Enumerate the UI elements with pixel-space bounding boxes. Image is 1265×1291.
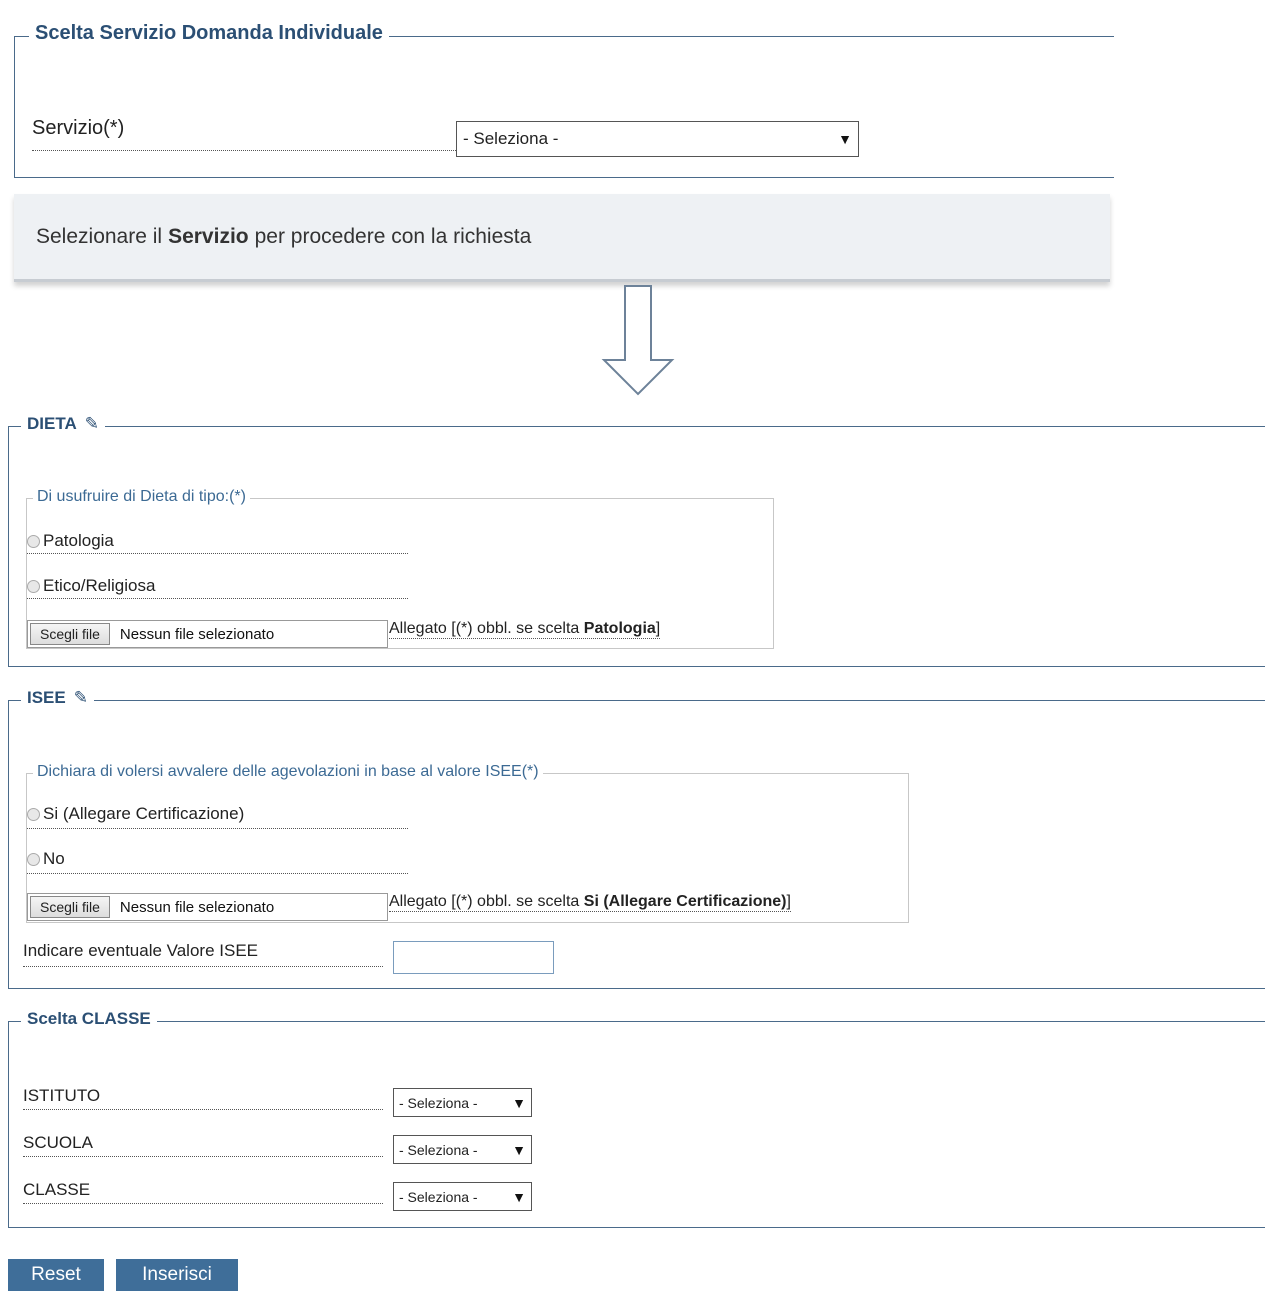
isee-value-input[interactable] xyxy=(393,941,554,974)
dieta-option-label: Etico/Religiosa xyxy=(43,576,156,595)
scuola-select-value: - Seleziona - xyxy=(399,1141,478,1158)
attachment-suffix: ] xyxy=(786,893,791,910)
dieta-option-etico[interactable]: Etico/Religiosa xyxy=(27,576,155,596)
triangle-down-icon: ▼ xyxy=(512,1094,526,1111)
scuola-label: SCUOLA xyxy=(23,1133,383,1157)
arrow-down-icon xyxy=(601,285,675,396)
radio-no[interactable] xyxy=(27,852,40,866)
choose-file-button[interactable]: Scegli file xyxy=(30,896,110,918)
dieta-fieldset: DIETA ✎ Di usufruire di Dieta di tipo:(*… xyxy=(8,414,1265,667)
dieta-legend-text: DIETA xyxy=(27,414,77,433)
isee-attachment-note: Allegato [(*) obbl. se scelta Si (Allega… xyxy=(389,893,791,912)
servizio-select-value: - Seleziona - xyxy=(463,129,559,148)
servizio-label: Servizio(*) xyxy=(32,117,466,151)
dieta-attachment-note: Allegato [(*) obbl. se scelta Patologia] xyxy=(389,620,661,639)
dieta-option-divider xyxy=(27,553,408,554)
insert-button[interactable]: Inserisci xyxy=(116,1259,238,1291)
service-fieldset-legend: Scelta Servizio Domanda Individuale xyxy=(29,22,389,45)
radio-etico[interactable] xyxy=(27,579,40,593)
info-bold: Servizio xyxy=(168,224,249,248)
classe-fieldset: Scelta CLASSE ISTITUTO - Seleziona - ▼ S… xyxy=(8,1009,1265,1228)
file-status: Nessun file selezionato xyxy=(119,898,275,916)
isee-option-divider xyxy=(27,828,408,829)
eraser-icon[interactable]: ✎ xyxy=(74,688,88,708)
isee-question: Dichiara di volersi avvalere delle agevo… xyxy=(33,763,543,781)
dieta-option-label: Patologia xyxy=(43,531,114,550)
dieta-option-divider xyxy=(27,598,408,599)
isee-legend: ISEE ✎ xyxy=(21,688,94,708)
isee-value-label: Indicare eventuale Valore ISEE xyxy=(23,941,383,967)
attachment-prefix: Allegato [(*) obbl. se scelta xyxy=(389,620,580,637)
istituto-select[interactable]: - Seleziona - ▼ xyxy=(393,1088,532,1117)
classe-label: CLASSE xyxy=(23,1180,383,1204)
scuola-select[interactable]: - Seleziona - ▼ xyxy=(393,1135,532,1164)
attachment-bold: Si (Allegare Certificazione) xyxy=(583,893,787,910)
eraser-icon[interactable]: ✎ xyxy=(85,414,99,434)
isee-option-label: Si (Allegare Certificazione) xyxy=(43,804,245,823)
isee-legend-text: ISEE xyxy=(27,688,66,707)
isee-fieldset: ISEE ✎ Dichiara di volersi avvalere dell… xyxy=(8,688,1265,989)
info-prefix: Selezionare il xyxy=(36,224,163,248)
choose-file-button[interactable]: Scegli file xyxy=(30,623,110,645)
classe-legend: Scelta CLASSE xyxy=(21,1009,157,1029)
info-message: Selezionare il Servizio per procedere co… xyxy=(14,194,1110,282)
classe-select-value: - Seleziona - xyxy=(399,1188,478,1205)
servizio-select[interactable]: - Seleziona - ▼ xyxy=(456,121,859,157)
isee-option-label: No xyxy=(43,849,65,868)
attachment-prefix: Allegato [(*) obbl. se scelta xyxy=(389,893,580,910)
reset-button[interactable]: Reset xyxy=(8,1259,104,1291)
service-fieldset: Scelta Servizio Domanda Individuale Serv… xyxy=(14,22,1114,178)
dieta-option-patologia[interactable]: Patologia xyxy=(27,531,114,551)
dieta-file-input[interactable]: Scegli file Nessun file selezionato xyxy=(27,620,388,648)
isee-file-input[interactable]: Scegli file Nessun file selezionato xyxy=(27,893,388,921)
istituto-select-value: - Seleziona - xyxy=(399,1094,478,1111)
isee-option-si[interactable]: Si (Allegare Certificazione) xyxy=(27,804,244,824)
file-status: Nessun file selezionato xyxy=(119,625,275,643)
radio-si[interactable] xyxy=(27,807,40,821)
classe-legend-text: Scelta CLASSE xyxy=(27,1009,151,1028)
classe-select[interactable]: - Seleziona - ▼ xyxy=(393,1182,532,1211)
triangle-down-icon: ▼ xyxy=(512,1141,526,1158)
dieta-legend: DIETA ✎ xyxy=(21,414,105,434)
triangle-down-icon: ▼ xyxy=(838,131,852,147)
attachment-bold: Patologia xyxy=(583,620,656,637)
info-suffix: per procedere con la richiesta xyxy=(254,224,532,248)
attachment-suffix: ] xyxy=(655,620,661,637)
isee-option-no[interactable]: No xyxy=(27,849,65,869)
istituto-label: ISTITUTO xyxy=(23,1086,383,1110)
triangle-down-icon: ▼ xyxy=(512,1188,526,1205)
isee-option-divider xyxy=(27,873,408,874)
radio-patologia[interactable] xyxy=(27,534,40,548)
dieta-question: Di usufruire di Dieta di tipo:(*) xyxy=(33,488,250,506)
